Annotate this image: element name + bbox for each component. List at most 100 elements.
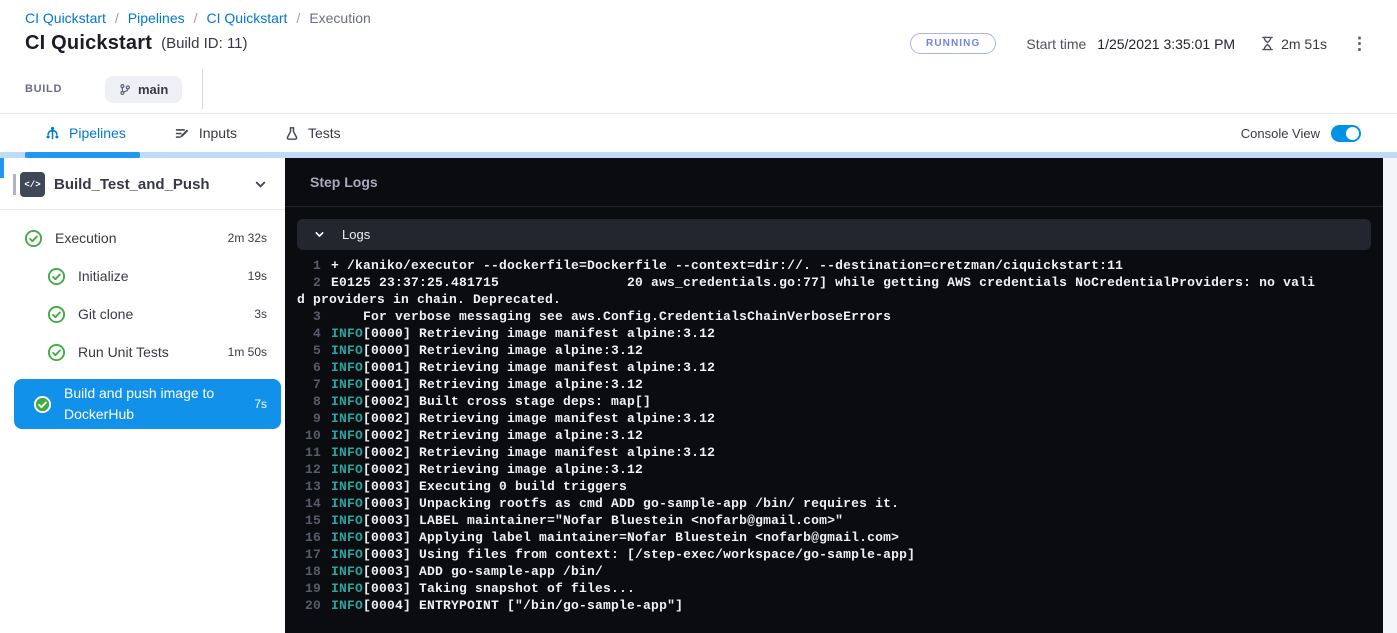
- pipelines-icon: [45, 126, 60, 141]
- log-text: [0002] Retrieving image manifest alpine:…: [363, 445, 715, 460]
- log-line-number: 11: [297, 444, 321, 461]
- tab-bar: Pipelines Inputs Tests Console View: [0, 113, 1397, 152]
- step-initialize[interactable]: Initialize19s: [0, 257, 285, 295]
- step-git-clone[interactable]: Git clone3s: [0, 295, 285, 333]
- tab-label: Pipelines: [69, 125, 126, 141]
- console-view-label: Console View: [1241, 126, 1320, 141]
- log-line: 6INFO[0001] Retrieving image manifest al…: [297, 359, 1317, 376]
- log-level-info: INFO: [331, 479, 363, 494]
- stage-name: Build_Test_and_Push: [54, 176, 210, 193]
- log-level-info: INFO: [331, 496, 363, 511]
- log-text: [0003] Executing 0 build triggers: [363, 479, 627, 494]
- log-line: 3 For verbose messaging see aws.Config.C…: [297, 308, 1317, 325]
- log-line-number: 13: [297, 478, 321, 495]
- log-line: 20INFO[0004] ENTRYPOINT ["/bin/go-sample…: [297, 597, 1317, 614]
- branch-pill[interactable]: main: [105, 76, 182, 103]
- log-text: [0002] Retrieving image manifest alpine:…: [363, 411, 715, 426]
- log-line: 14INFO[0003] Unpacking rootfs as cmd ADD…: [297, 495, 1317, 512]
- scrollbar-gutter[interactable]: [1383, 158, 1397, 633]
- log-line: 2E0125 23:37:25.481715 20 aws_credential…: [297, 274, 1317, 308]
- execution-step-sidebar: </> Build_Test_and_Push Execution 2m 32s I…: [0, 158, 285, 633]
- branch-name: main: [138, 82, 168, 97]
- success-check-icon: [47, 267, 66, 286]
- step-label: Execution: [55, 230, 116, 246]
- log-line-number: 10: [297, 427, 321, 444]
- log-line: 1 + /kaniko/executor --dockerfile=Dockerf…: [297, 257, 1317, 274]
- log-level-info: INFO: [331, 513, 363, 528]
- console-view-toggle[interactable]: [1331, 125, 1361, 142]
- log-text: E0125 23:37:25.481715 20 aws_credentials…: [297, 275, 1315, 307]
- tab-tests[interactable]: Tests: [285, 125, 341, 141]
- log-line-number: 16: [297, 529, 321, 546]
- log-line-number: 4: [297, 325, 321, 342]
- log-level-info: INFO: [331, 564, 363, 579]
- logs-section-toggle[interactable]: Logs: [297, 219, 1371, 250]
- log-text: [0003] Using files from context: [/step-…: [363, 547, 915, 562]
- log-text: [0004] ENTRYPOINT ["/bin/go-sample-app"]: [363, 598, 683, 613]
- log-line-number: 19: [297, 580, 321, 597]
- log-text: [0003] Applying label maintainer=Nofar B…: [363, 530, 899, 545]
- log-level-info: INFO: [331, 377, 363, 392]
- step-label: Initialize: [78, 268, 129, 284]
- log-level-info: INFO: [331, 445, 363, 460]
- stage-header[interactable]: </> Build_Test_and_Push: [0, 158, 285, 209]
- step-execution[interactable]: Execution 2m 32s: [0, 219, 285, 257]
- elapsed-time: 2m 51s: [1261, 36, 1327, 52]
- breadcrumb-link-pipeline[interactable]: CI Quickstart: [207, 10, 288, 26]
- log-line: 17INFO[0003] Using files from context: […: [297, 546, 1317, 563]
- log-line-number: 12: [297, 461, 321, 478]
- inputs-icon: [174, 126, 190, 141]
- log-line: 11 INFO[0002] Retrieving image manifest a…: [297, 444, 1317, 461]
- toggle-knob: [1346, 127, 1359, 140]
- log-line-number: 7: [297, 376, 321, 393]
- log-level-info: INFO: [331, 326, 363, 341]
- success-check-icon: [33, 395, 52, 414]
- step-build-and-push-image-to-dockerhub[interactable]: Build and push image to DockerHub 7s: [14, 379, 281, 429]
- page-title: CI Quickstart: [25, 32, 152, 55]
- log-level-info: INFO: [331, 343, 363, 358]
- step-run-unit-tests[interactable]: Run Unit Tests1m 50s: [0, 333, 285, 371]
- log-text: [0003] Taking snapshot of files...: [363, 581, 635, 596]
- log-text: [0003] ADD go-sample-app /bin/: [363, 564, 603, 579]
- step-logs-header: Step Logs: [285, 158, 1383, 207]
- build-row: BUILD main: [25, 65, 1372, 113]
- log-line: 4 INFO[0000] Retrieving image manifest al…: [297, 325, 1317, 342]
- log-line: 10INFO[0002] Retrieving image alpine:3.1…: [297, 427, 1317, 444]
- tab-label: Tests: [308, 125, 341, 141]
- breadcrumb-separator: /: [296, 10, 300, 26]
- log-text: [0001] Retrieving image alpine:3.12: [363, 377, 643, 392]
- log-level-info: INFO: [331, 530, 363, 545]
- tab-pipelines[interactable]: Pipelines: [45, 125, 126, 141]
- step-label: Build and push image to DockerHub: [64, 383, 224, 425]
- log-level-info: INFO: [331, 547, 363, 562]
- log-line-number: 5: [297, 342, 321, 359]
- log-line-number: 2: [297, 274, 321, 291]
- breadcrumb-link-project[interactable]: CI Quickstart: [25, 10, 106, 26]
- log-text: [0003] Unpacking rootfs as cmd ADD go-sa…: [363, 496, 899, 511]
- log-line: 8INFO[0002] Built cross stage deps: map[…: [297, 393, 1317, 410]
- tab-inputs[interactable]: Inputs: [174, 125, 237, 141]
- success-check-icon: [24, 229, 43, 248]
- logs-section-label: Logs: [342, 227, 370, 242]
- tab-label: Inputs: [199, 125, 237, 141]
- step-label: Git clone: [78, 306, 133, 322]
- log-line-number: 8: [297, 393, 321, 410]
- log-text: [0000] Retrieving image manifest alpine:…: [363, 326, 715, 341]
- step-duration: 2m 32s: [228, 231, 267, 245]
- step-duration: 7s: [254, 397, 267, 411]
- success-check-icon: [47, 343, 66, 362]
- more-options-button[interactable]: ⋮: [1347, 35, 1372, 52]
- console-view-control: Console View: [1241, 125, 1397, 142]
- log-text: + /kaniko/executor --dockerfile=Dockerfi…: [331, 258, 1123, 273]
- log-output[interactable]: 1 + /kaniko/executor --dockerfile=Dockerf…: [285, 250, 1383, 614]
- log-line: 7 INFO[0001] Retrieving image alpine:3.12: [297, 376, 1317, 393]
- step-duration: 1m 50s: [228, 345, 267, 359]
- execution-meta: RUNNING Start time 1/25/2021 3:35:01 PM …: [910, 33, 1372, 54]
- build-label: BUILD: [25, 83, 105, 95]
- breadcrumb: CI Quickstart / Pipelines / CI Quickstar…: [25, 10, 1372, 26]
- title-row: CI Quickstart (Build ID: 11) RUNNING Sta…: [25, 32, 1372, 55]
- log-line-number: 18: [297, 563, 321, 580]
- log-line-number: 1: [297, 257, 321, 274]
- divider: [202, 69, 203, 109]
- breadcrumb-link-pipelines[interactable]: Pipelines: [128, 10, 185, 26]
